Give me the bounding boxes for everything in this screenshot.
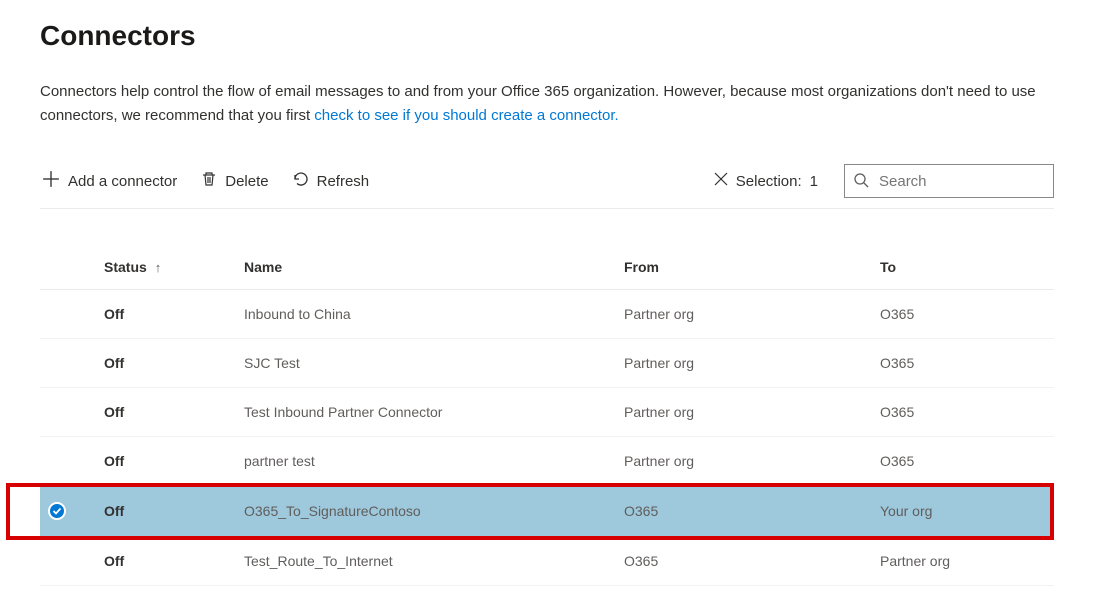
row-checkbox-cell[interactable] (40, 537, 96, 586)
delete-label: Delete (225, 173, 268, 190)
plus-icon (42, 170, 60, 192)
row-name[interactable]: Test_Route_To_Internet (236, 537, 616, 586)
checkmark-icon (48, 502, 66, 520)
header-status-label: Status (104, 259, 147, 275)
row-from: O365 (616, 486, 872, 537)
row-checkbox-cell[interactable] (40, 486, 96, 537)
table-header-row: Status ↑ Name From To (40, 249, 1054, 290)
row-name[interactable]: Inbound to China (236, 290, 616, 339)
row-checkbox-cell[interactable] (40, 339, 96, 388)
selection-label: Selection: (736, 173, 802, 190)
row-to: O365 (872, 437, 1054, 486)
row-name[interactable]: partner test (236, 437, 616, 486)
row-checkbox-cell[interactable] (40, 437, 96, 486)
sort-ascending-icon: ↑ (155, 260, 162, 275)
table-row[interactable]: OffTest_Route_To_InternetO365Partner org (40, 537, 1054, 586)
check-connector-link[interactable]: check to see if you should create a conn… (314, 107, 618, 124)
row-to: Your org (872, 486, 1054, 537)
row-status: Off (96, 290, 236, 339)
header-checkbox[interactable] (40, 249, 96, 290)
row-status: Off (96, 486, 236, 537)
row-from: Partner org (616, 290, 872, 339)
row-to: O365 (872, 339, 1054, 388)
table-row[interactable]: OffInbound to ChinaPartner orgO365 (40, 290, 1054, 339)
refresh-label: Refresh (317, 173, 370, 190)
selection-indicator[interactable]: Selection: 1 (714, 172, 818, 190)
row-from: Partner org (616, 339, 872, 388)
selection-count: 1 (810, 173, 818, 190)
row-checkbox-cell[interactable] (40, 290, 96, 339)
row-from: Partner org (616, 437, 872, 486)
toolbar: Add a connector Delete Refresh Selection… (40, 156, 1054, 209)
row-checkbox-cell[interactable] (40, 388, 96, 437)
row-status: Off (96, 339, 236, 388)
connectors-table: Status ↑ Name From To OffInbound to Chin… (40, 249, 1054, 586)
search-icon (853, 172, 869, 191)
page-title: Connectors (40, 20, 1054, 52)
row-status: Off (96, 388, 236, 437)
table-row[interactable]: OffTest Inbound Partner ConnectorPartner… (40, 388, 1054, 437)
header-from[interactable]: From (616, 249, 872, 290)
table-row[interactable]: Offpartner testPartner orgO365 (40, 437, 1054, 486)
page-description: Connectors help control the flow of emai… (40, 80, 1050, 128)
row-from: Partner org (616, 388, 872, 437)
row-to: O365 (872, 388, 1054, 437)
header-to[interactable]: To (872, 249, 1054, 290)
search-box[interactable] (844, 164, 1054, 198)
row-status: Off (96, 537, 236, 586)
add-connector-label: Add a connector (68, 173, 177, 190)
row-status: Off (96, 437, 236, 486)
row-to: O365 (872, 290, 1054, 339)
header-name[interactable]: Name (236, 249, 616, 290)
add-connector-button[interactable]: Add a connector (40, 166, 179, 196)
search-input[interactable] (877, 172, 1080, 191)
row-to: Partner org (872, 537, 1054, 586)
trash-icon (201, 171, 217, 191)
row-from: O365 (616, 537, 872, 586)
table-row[interactable]: OffO365_To_SignatureContosoO365Your org (40, 486, 1054, 537)
header-status[interactable]: Status ↑ (96, 249, 236, 290)
row-name[interactable]: Test Inbound Partner Connector (236, 388, 616, 437)
row-name[interactable]: SJC Test (236, 339, 616, 388)
row-name[interactable]: O365_To_SignatureContoso (236, 486, 616, 537)
close-icon (714, 172, 728, 190)
refresh-icon (293, 171, 309, 191)
table-row[interactable]: OffSJC TestPartner orgO365 (40, 339, 1054, 388)
refresh-button[interactable]: Refresh (291, 167, 372, 195)
delete-button[interactable]: Delete (199, 167, 270, 195)
